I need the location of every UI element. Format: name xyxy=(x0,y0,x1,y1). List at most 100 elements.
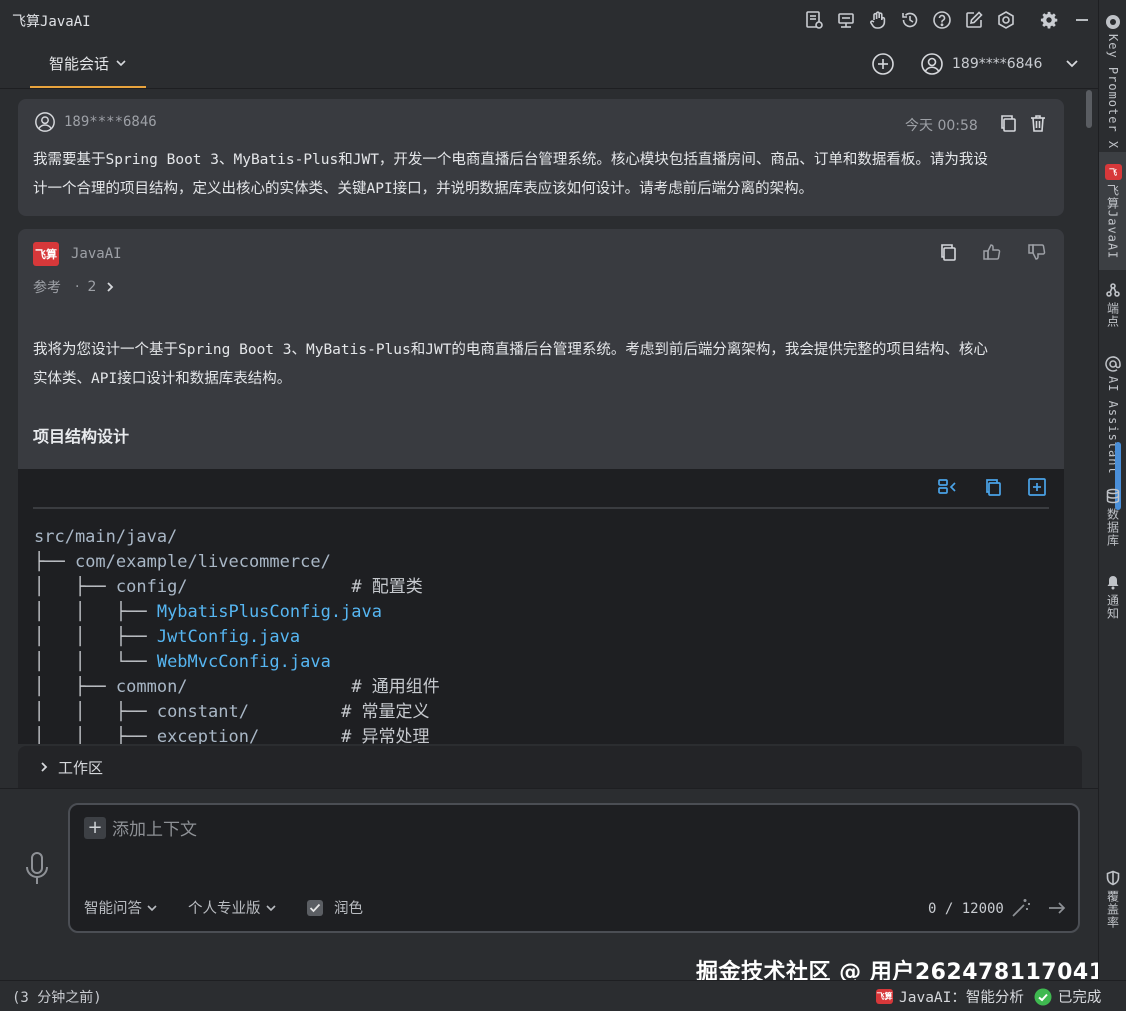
status-brand: JavaAI：智能分析 xyxy=(899,990,1024,1006)
references-count: 2 xyxy=(87,279,97,295)
copy-code-icon[interactable] xyxy=(980,475,1006,499)
minimize-icon[interactable] xyxy=(1070,8,1094,32)
user-message-line-2: 计一个合理的项目结构，定义出核心的实体类、关键API接口，并说明数据库表应该如何… xyxy=(33,181,814,197)
tab-smart-chat-label: 智能会话 xyxy=(48,54,109,73)
tab-bar: 智能会话 189****6846 xyxy=(0,40,1098,89)
chevron-down-icon xyxy=(265,902,277,914)
status-done: 已完成 xyxy=(1057,990,1102,1006)
delete-icon[interactable] xyxy=(1026,111,1050,135)
check-circle-icon xyxy=(1034,988,1052,1006)
thumbs-down-icon[interactable] xyxy=(1025,240,1049,264)
char-counter: 0 / 12000 xyxy=(928,901,1004,917)
section-heading: 项目结构设计 xyxy=(33,427,130,446)
user-message-card: 189****6846 今天 00:58 我需要基于Spring Boot 3、… xyxy=(18,99,1064,216)
sidebar-item-endpoints[interactable]: 端点 xyxy=(1099,282,1126,328)
code-lines[interactable]: src/main/java/ ├── com/example/livecomme… xyxy=(34,525,440,744)
checkbox-checked-icon xyxy=(306,899,324,917)
user-avatar-icon xyxy=(34,111,56,133)
add-context-label: 添加上下文 xyxy=(112,820,197,840)
app-title: 飞算JavaAI xyxy=(12,14,91,30)
code-line: ├── com/example/livecommerce/ xyxy=(34,552,331,572)
copy-icon[interactable] xyxy=(936,240,960,264)
references-separator: · xyxy=(75,279,80,295)
chat-transcript[interactable]: 189****6846 今天 00:58 我需要基于Spring Boot 3、… xyxy=(0,89,1098,744)
feisuan-logo-icon: 飞算 xyxy=(33,242,59,266)
message-author: JavaAI xyxy=(71,246,122,262)
edit-icon[interactable] xyxy=(962,8,986,32)
chevron-down-icon xyxy=(1064,56,1080,72)
references-toggle[interactable]: 参考 · 2 xyxy=(33,277,116,297)
insert-code-icon[interactable] xyxy=(935,475,961,499)
chevron-right-icon xyxy=(104,281,116,293)
code-line: │ │ └── WebMvcConfig.java xyxy=(34,652,331,672)
microphone-icon[interactable] xyxy=(20,849,54,889)
edition-dropdown[interactable]: 个人专业版 xyxy=(188,897,277,918)
code-header-divider xyxy=(33,507,1049,509)
code-line: │ │ ├── JwtConfig.java xyxy=(34,627,301,647)
status-bar: (3 分钟之前) 飞算 JavaAI：智能分析 已完成 xyxy=(0,980,1126,1011)
code-line: │ ├── config/ # 配置类 xyxy=(34,577,423,597)
gear-icon[interactable] xyxy=(1037,8,1061,32)
ai-message-line-2: 实体类、API接口设计和数据库表结构。 xyxy=(33,371,292,387)
workspace-label: 工作区 xyxy=(58,758,104,777)
polish-checkbox[interactable]: 润色 xyxy=(306,897,363,918)
help-icon[interactable] xyxy=(930,8,954,32)
send-arrow-icon[interactable] xyxy=(1044,895,1070,921)
sidebar-item-ai-assistant[interactable]: AI Assistant xyxy=(1099,356,1126,475)
code-line: │ │ ├── exception/ # 异常处理 xyxy=(34,727,430,744)
code-line: │ │ ├── constant/ # 常量定义 xyxy=(34,702,430,722)
sidebar-item-label: 通知 xyxy=(1105,594,1120,620)
chat-scrollbar[interactable] xyxy=(1086,90,1092,128)
history-icon[interactable] xyxy=(898,8,922,32)
sidebar-item-label: 飞算JavaAI xyxy=(1105,184,1120,260)
hand-gesture-icon[interactable] xyxy=(866,8,890,32)
ai-message-line-1: 我将为您设计一个基于Spring Boot 3、MyBatis-Plus和JWT… xyxy=(33,342,988,358)
copy-icon[interactable] xyxy=(996,111,1020,135)
magic-wand-icon[interactable] xyxy=(1008,895,1034,921)
thumbs-up-icon[interactable] xyxy=(980,240,1004,264)
mode-label: 智能问答 xyxy=(84,901,142,917)
mode-dropdown[interactable]: 智能问答 xyxy=(84,897,158,918)
sidebar-item-label: 端点 xyxy=(1105,302,1120,328)
at-icon xyxy=(1105,356,1121,372)
sidebar-item-feisuan[interactable]: 飞 飞算JavaAI xyxy=(1099,152,1126,270)
chevron-down-icon xyxy=(115,57,127,69)
account-username: 189****6846 xyxy=(952,56,1043,72)
sidebar-item-label: 数据库 xyxy=(1105,508,1120,547)
sidebar-item-database[interactable]: 数据库 xyxy=(1099,488,1126,547)
user-avatar-icon xyxy=(920,52,944,76)
document-settings-icon[interactable] xyxy=(802,8,826,32)
message-author: 189****6846 xyxy=(64,114,157,130)
polish-label: 润色 xyxy=(334,901,363,917)
plus-circle-icon xyxy=(872,53,894,75)
sidebar-item-label: 覆盖率 xyxy=(1105,890,1120,929)
edition-label: 个人专业版 xyxy=(188,901,261,917)
user-message-line-1: 我需要基于Spring Boot 3、MyBatis-Plus和JWT，开发一个… xyxy=(33,152,988,168)
status-analysis[interactable]: 飞算 JavaAI：智能分析 已完成 xyxy=(876,986,1101,1007)
new-chat-button[interactable] xyxy=(869,50,897,78)
sidebar-item-key-promoter[interactable]: Key Promoter X xyxy=(1099,14,1126,149)
code-block: src/main/java/ ├── com/example/livecomme… xyxy=(18,469,1064,744)
mcp-server-icon[interactable] xyxy=(834,8,858,32)
add-context-button[interactable]: + 添加上下文 xyxy=(84,815,197,840)
feisuan-logo-icon: 飞 xyxy=(1104,164,1122,180)
plugin-settings-icon[interactable] xyxy=(994,8,1018,32)
account-menu[interactable]: 189****6846 xyxy=(920,50,1080,78)
chevron-down-icon xyxy=(146,902,158,914)
endpoints-icon xyxy=(1105,282,1121,298)
references-label: 参考 xyxy=(33,280,61,296)
plus-icon: + xyxy=(84,816,106,839)
feisuan-logo-icon: 飞算 xyxy=(876,989,893,1004)
chat-input[interactable]: + 添加上下文 智能问答 个人专业版 润色 0 / 12000 xyxy=(68,803,1080,933)
workspace-toggle[interactable]: 工作区 xyxy=(18,746,1082,788)
database-icon xyxy=(1105,488,1121,504)
code-line: │ ├── common/ # 通用组件 xyxy=(34,677,440,697)
ai-message-card: 飞算 JavaAI 参考 · 2 我将为您设计一个基于Spring Boot 3… xyxy=(18,229,1064,744)
message-timestamp: 今天 00:58 xyxy=(905,118,978,134)
sidebar-item-coverage[interactable]: 覆盖率 xyxy=(1099,870,1126,929)
sidebar-item-notifications[interactable]: 通知 xyxy=(1099,574,1126,620)
add-file-icon[interactable] xyxy=(1024,475,1050,499)
status-last-update: (3 分钟之前) xyxy=(12,990,102,1006)
title-bar: 飞算JavaAI xyxy=(0,0,1098,41)
tab-smart-chat[interactable]: 智能会话 xyxy=(30,40,146,88)
